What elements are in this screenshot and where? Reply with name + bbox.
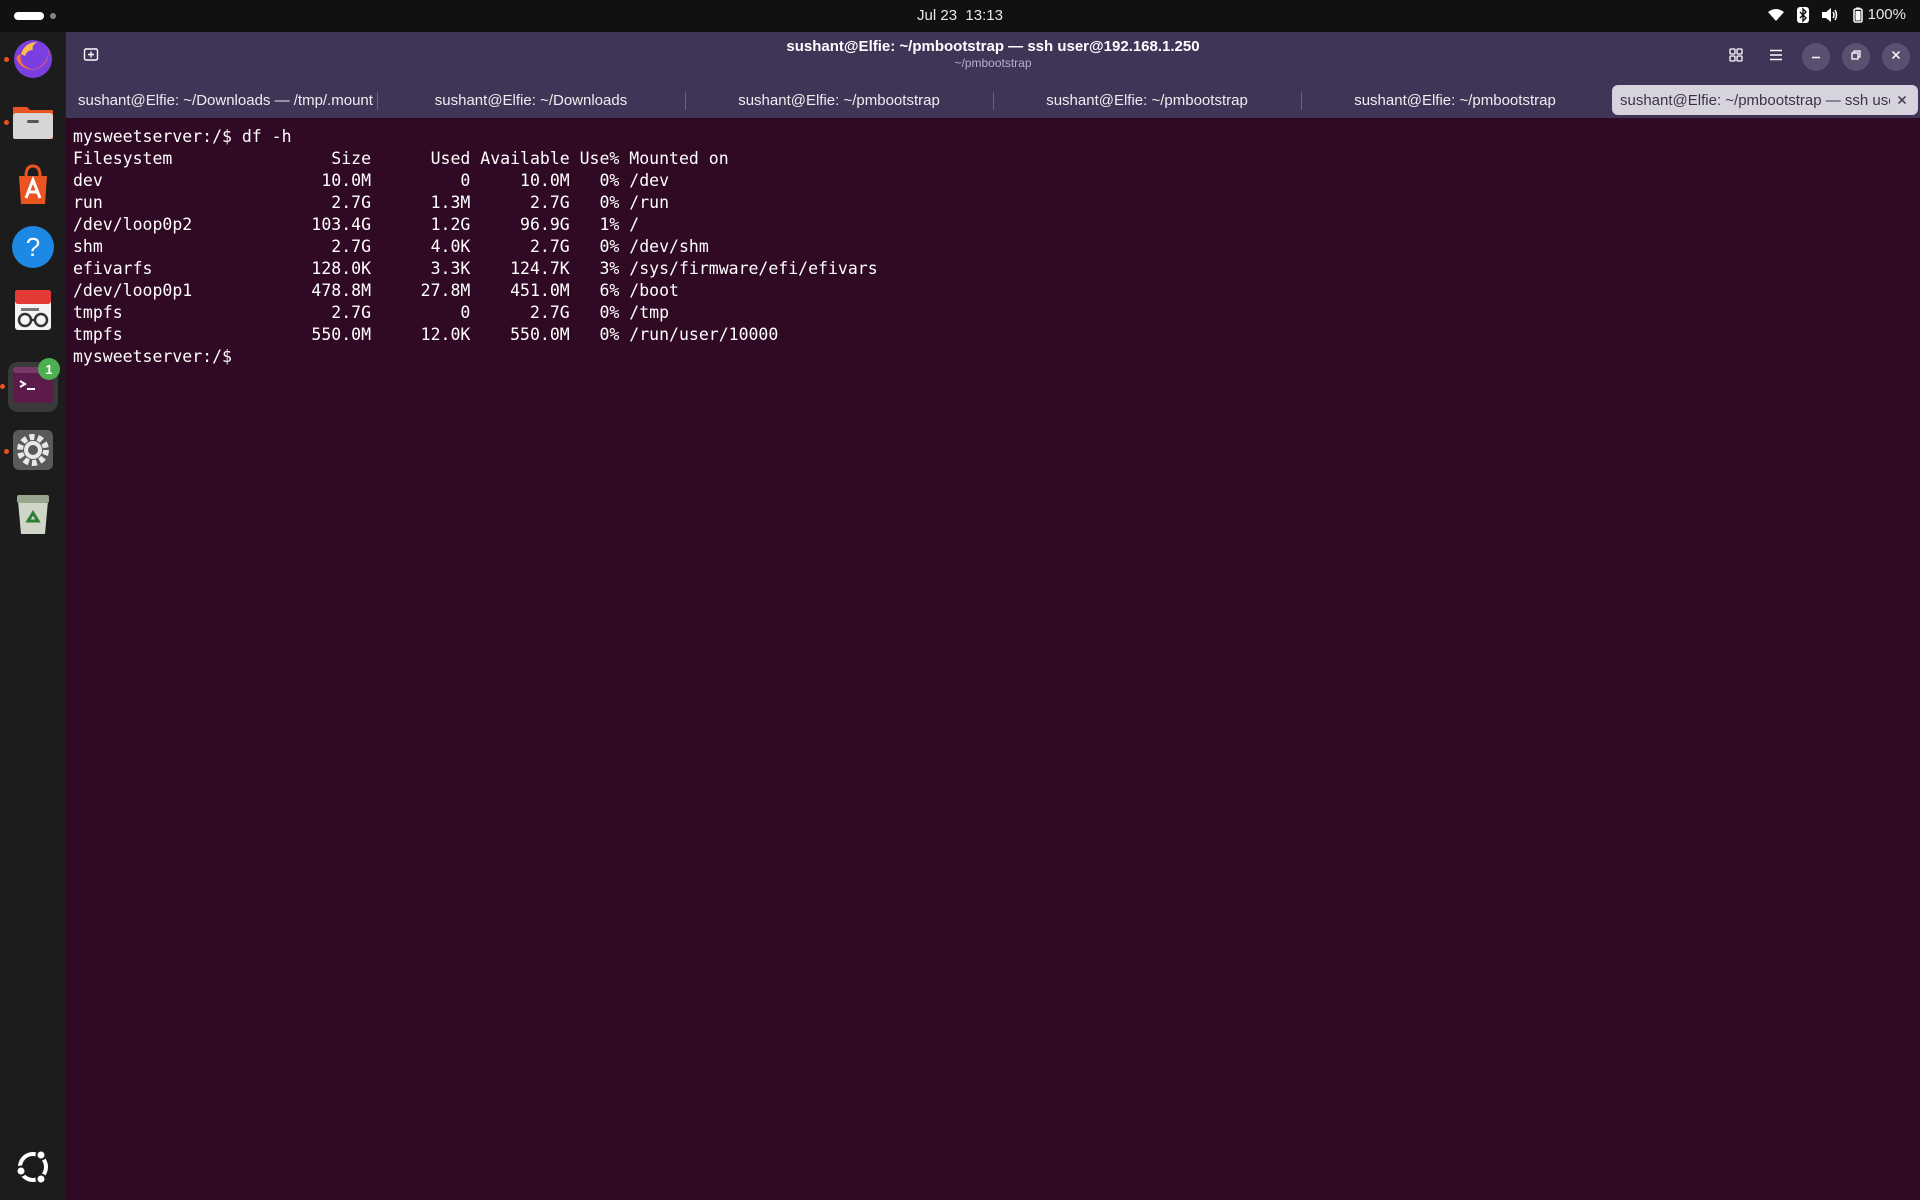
terminal-line: tmpfs 550.0M 12.0K 550.0M 0% /run/user/1… — [73, 325, 779, 344]
tab-label: sushant@Elfie: ~/pmbootstrap — [1046, 91, 1248, 109]
battery-percent: 100% — [1867, 6, 1906, 23]
terminal-line: Filesystem Size Used Available Use% Moun… — [73, 149, 729, 168]
window-controls — [1722, 43, 1910, 71]
terminal-line: /dev/loop0p1 478.8M 27.8M 451.0M 6% /boo… — [73, 281, 679, 300]
tab-overview-button[interactable] — [1722, 43, 1750, 71]
terminal-line: efivarfs 128.0K 3.3K 124.7K 3% /sys/firm… — [73, 259, 878, 278]
tab-pmbootstrap-3[interactable]: sushant@Elfie: ~/pmbootstrap — [1302, 85, 1608, 115]
tab-label: sushant@Elfie: ~/pmbootstrap — ssh user@… — [1620, 91, 1890, 109]
activities-indicator[interactable] — [14, 12, 56, 20]
tab-label: sushant@Elfie: ~/pmbootstrap — [738, 91, 940, 109]
battery-icon — [1851, 7, 1865, 23]
svg-text:?: ? — [26, 232, 40, 262]
hamburger-menu-icon — [1769, 48, 1783, 66]
files-icon — [11, 99, 55, 148]
tab-downloads-mount[interactable]: sushant@Elfie: ~/Downloads — /tmp/.mount — [70, 85, 376, 115]
text-editor-icon — [11, 288, 55, 337]
tab-pmbootstrap-ssh[interactable]: sushant@Elfie: ~/pmbootstrap — ssh user@… — [1612, 85, 1918, 115]
dock-help[interactable]: ? — [8, 224, 58, 274]
dock-files[interactable] — [4, 98, 58, 148]
tab-pmbootstrap-2[interactable]: sushant@Elfie: ~/pmbootstrap — [994, 85, 1300, 115]
show-apps-icon — [13, 1147, 53, 1192]
close-window-button[interactable] — [1882, 43, 1910, 71]
minimize-button[interactable] — [1802, 43, 1830, 71]
dock-settings[interactable] — [4, 427, 58, 477]
running-indicator — [4, 120, 9, 125]
tab-bar: sushant@Elfie: ~/Downloads — /tmp/.mount… — [66, 82, 1920, 118]
tab-label: sushant@Elfie: ~/pmbootstrap — [1354, 91, 1556, 109]
terminal-line: run 2.7G 1.3M 2.7G 0% /run — [73, 193, 670, 212]
minimize-icon — [1810, 48, 1822, 66]
dock-text-editor[interactable] — [8, 287, 58, 337]
terminal-line: dev 10.0M 0 10.0M 0% /dev — [73, 171, 670, 190]
terminal-prompt: mysweetserver:/$ — [73, 347, 242, 366]
terminal-line: tmpfs 2.7G 0 2.7G 0% /tmp — [73, 303, 670, 322]
top-bar: Jul 23 13:13 100% — [0, 0, 1920, 32]
title-bar[interactable]: sushant@Elfie: ~/pmbootstrap — ssh user@… — [66, 32, 1920, 82]
grid-icon — [1729, 47, 1743, 67]
workspace-active-indicator — [14, 12, 44, 20]
running-indicator — [4, 57, 9, 62]
app-center-icon — [11, 162, 55, 211]
running-indicator — [0, 384, 5, 389]
firefox-icon — [11, 36, 55, 85]
dock-trash[interactable] — [8, 490, 58, 540]
dock-firefox[interactable] — [4, 35, 58, 85]
terminal-line: /dev/loop0p2 103.4G 1.2G 96.9G 1% / — [73, 215, 640, 234]
dock: ? 1 — [0, 32, 66, 1200]
dock-terminal[interactable]: 1 — [0, 358, 60, 412]
terminal-window: sushant@Elfie: ~/pmbootstrap — ssh user@… — [66, 32, 1920, 1200]
close-tab-button[interactable] — [1894, 92, 1910, 108]
window-subtitle: ~/pmbootstrap — [954, 56, 1032, 70]
date-label: Jul 23 — [917, 7, 958, 24]
menu-button[interactable] — [1762, 43, 1790, 71]
battery-indicator: 100% — [1851, 6, 1906, 23]
terminal-output[interactable]: mysweetserver:/$ df -h Filesystem Size U… — [66, 118, 1920, 1200]
restore-icon — [1850, 48, 1862, 66]
tab-label: sushant@Elfie: ~/Downloads — /tmp/.mount — [78, 91, 373, 109]
system-tray[interactable]: 100% — [1767, 6, 1906, 23]
terminal-line: mysweetserver:/$ df -h — [73, 127, 292, 146]
workspace-indicator — [50, 13, 56, 19]
dock-show-apps[interactable] — [8, 1144, 58, 1194]
wifi-icon — [1767, 8, 1785, 22]
time-label: 13:13 — [965, 7, 1003, 24]
maximize-button[interactable] — [1842, 43, 1870, 71]
help-icon: ? — [11, 225, 55, 274]
tab-label: sushant@Elfie: ~/Downloads — [434, 91, 628, 109]
bluetooth-icon — [1796, 6, 1809, 23]
settings-icon — [11, 428, 55, 477]
volume-icon — [1821, 7, 1839, 23]
tab-pmbootstrap-1[interactable]: sushant@Elfie: ~/pmbootstrap — [686, 85, 992, 115]
clock-button[interactable]: Jul 23 13:13 — [917, 7, 1003, 24]
trash-icon — [11, 491, 55, 540]
notification-badge: 1 — [38, 358, 60, 380]
terminal-line: shm 2.7G 4.0K 2.7G 0% /dev/shm — [73, 237, 709, 256]
running-indicator — [4, 449, 9, 454]
tab-downloads[interactable]: sushant@Elfie: ~/Downloads — [378, 85, 684, 115]
dock-app-center[interactable] — [8, 161, 58, 211]
close-icon — [1897, 92, 1907, 109]
clock: Jul 23 13:13 — [0, 7, 1920, 24]
window-title: sushant@Elfie: ~/pmbootstrap — ssh user@… — [786, 38, 1200, 55]
close-icon — [1890, 48, 1902, 66]
